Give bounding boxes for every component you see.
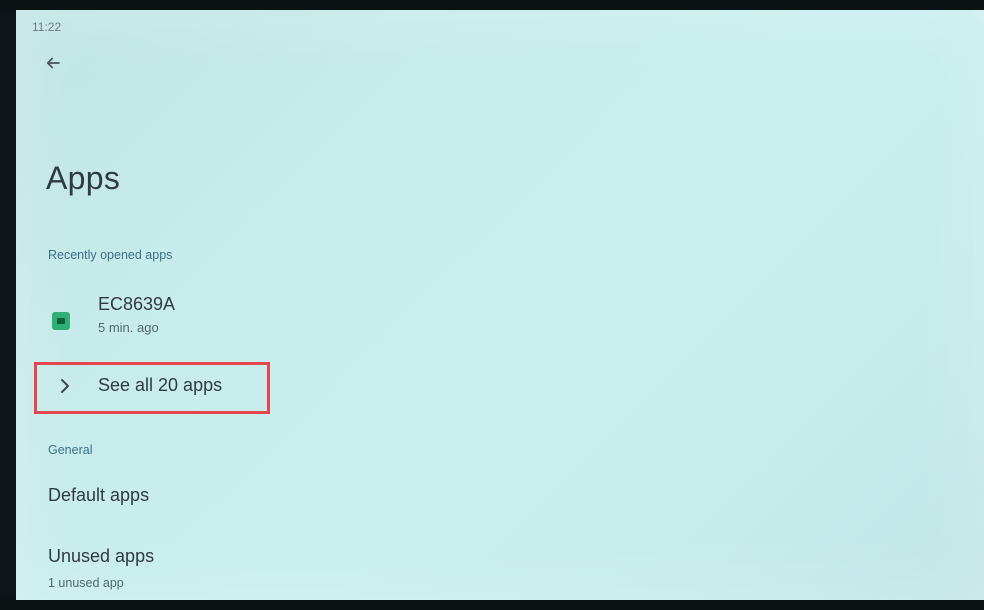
app-icon (52, 312, 70, 330)
unused-apps-item[interactable]: Unused apps 1 unused app (48, 546, 308, 596)
recent-app-item[interactable]: EC8639A 5 min. ago (48, 290, 368, 350)
unused-apps-subtitle: 1 unused app (48, 576, 124, 590)
app-last-opened: 5 min. ago (98, 320, 159, 335)
general-label: General (48, 443, 93, 457)
chevron-right-icon (58, 377, 72, 395)
page-title: Apps (46, 160, 121, 196)
see-all-apps-label: See all 20 apps (98, 375, 223, 395)
apps-settings-screen: 11:22 Apps Recently opened apps EC8639A … (16, 10, 984, 600)
see-all-apps-button[interactable]: See all 20 apps (34, 362, 270, 414)
unused-apps-title: Unused apps (48, 546, 155, 566)
app-name: EC8639A (98, 294, 176, 314)
arrow-left-icon (44, 54, 62, 77)
recently-opened-label: Recently opened apps (48, 248, 173, 262)
status-time: 11:22 (32, 20, 62, 34)
back-button[interactable] (40, 52, 66, 78)
default-apps-item[interactable]: Default apps (48, 485, 149, 506)
app-icon-inner (57, 318, 65, 324)
